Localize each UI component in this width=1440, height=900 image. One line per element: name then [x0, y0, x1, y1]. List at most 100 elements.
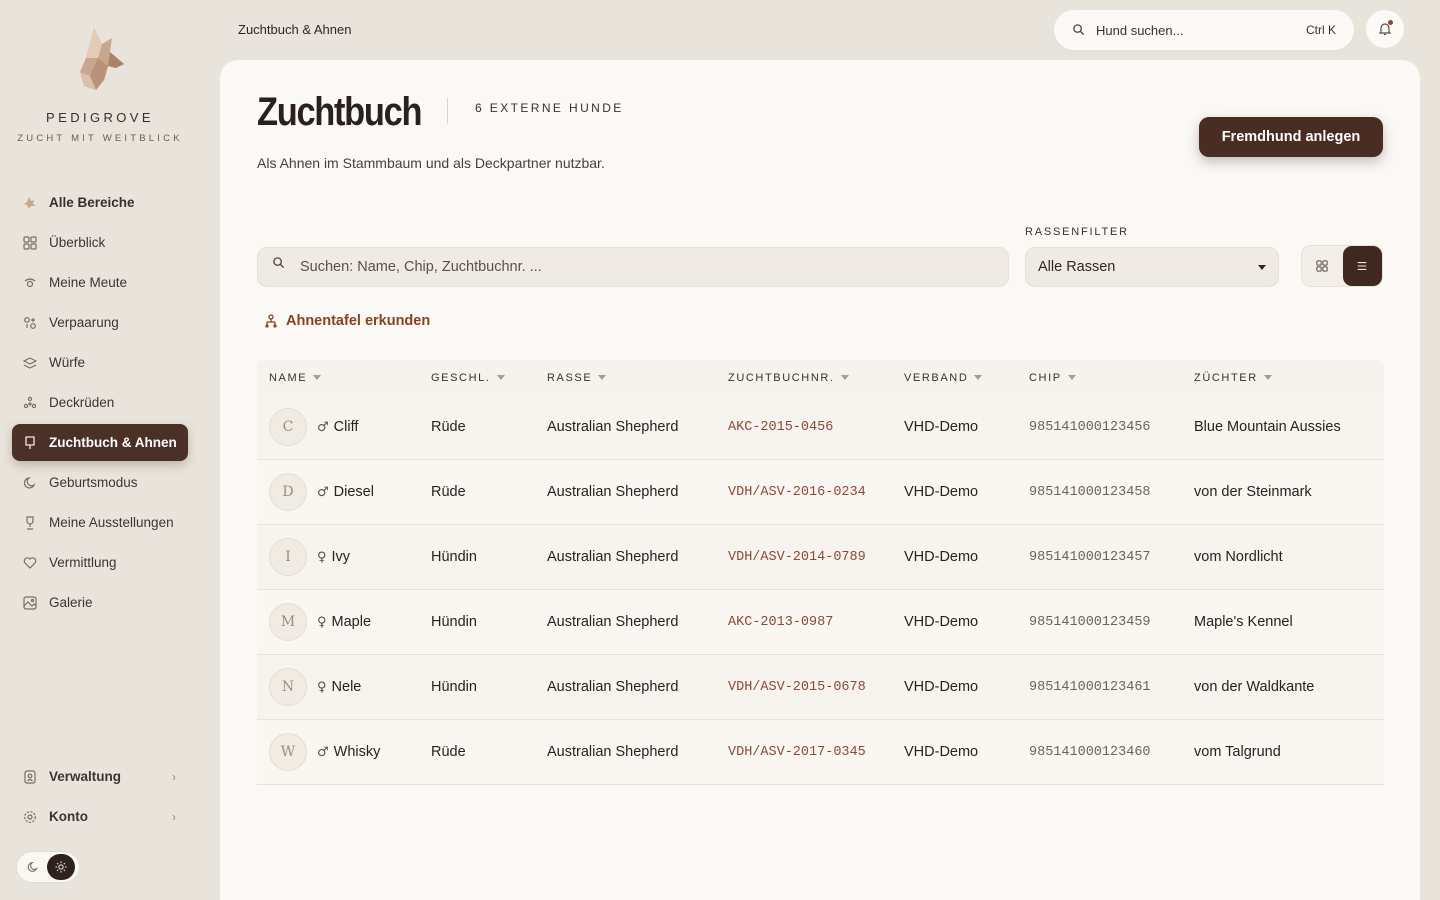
table-row[interactable]: M ♀ Maple Hündin Australian Shepherd AKC… — [257, 590, 1384, 655]
sidebar-item-geburtsmodus[interactable]: Geburtsmodus — [12, 464, 188, 501]
family-tree-icon — [264, 314, 278, 328]
global-search[interactable]: Hund suchen... Ctrl K — [1054, 10, 1354, 50]
view-toggle — [1301, 245, 1383, 287]
dog-name-cell: M ♀ Maple — [257, 603, 431, 641]
dog-breed: Australian Shepherd — [547, 614, 679, 630]
sidebar-item-vermittlung[interactable]: Vermittlung — [12, 544, 188, 581]
dog-club: VHD-Demo — [904, 484, 979, 500]
notifications-button[interactable] — [1366, 10, 1404, 48]
explore-pedigree-link[interactable]: Ahnentafel erkunden — [264, 313, 430, 329]
moon-icon[interactable] — [19, 854, 47, 880]
dog-breed: Australian Shepherd — [547, 484, 679, 500]
column-label: NAME — [269, 371, 308, 384]
dog-club: VHD-Demo — [904, 419, 979, 435]
dog-chip: 985141000123461 — [1029, 679, 1151, 695]
sidebar-item-zuchtbuch-ahnen[interactable]: Zuchtbuch & Ahnen — [12, 424, 188, 461]
global-search-placeholder: Hund suchen... — [1096, 22, 1184, 38]
dogs-table: NAME GESCHL. RASSE ZUCHTBUCHNR. VERBAND … — [257, 360, 1384, 785]
avatar: D — [269, 473, 307, 511]
table-search[interactable] — [257, 247, 1009, 287]
sidebar-item-label: Würfe — [49, 355, 86, 370]
column-header-sex[interactable]: GESCHL. — [431, 372, 547, 384]
dog-breeder: vom Nordlicht — [1194, 549, 1283, 565]
title-divider — [447, 98, 448, 124]
sidebar-item-meine-meute[interactable]: Meine Meute — [12, 264, 188, 301]
sidebar-item-wuerfe[interactable]: Würfe — [12, 344, 188, 381]
dog-name-cell: N ♀ Nele — [257, 668, 431, 706]
sidebar-bottom: Verwaltung › Konto › — [12, 758, 188, 838]
sidebar-item-galerie[interactable]: Galerie — [12, 584, 188, 621]
sidebar-item-alle-bereiche[interactable]: Alle Bereiche — [12, 184, 188, 221]
sidebar-item-meine-ausstellungen[interactable]: Meine Ausstellungen — [12, 504, 188, 541]
column-header-name[interactable]: NAME — [257, 372, 431, 384]
sidebar: PEDIGROVE ZUCHT MIT WEITBLICK Alle Berei… — [0, 0, 200, 900]
avatar: I — [269, 538, 307, 576]
sidebar-nav: Alle Bereiche Überblick Meine Meute Verp… — [12, 184, 188, 624]
dog-chip: 985141000123458 — [1029, 484, 1151, 500]
table-row[interactable]: C ♂ Cliff Rüde Australian Shepherd AKC-2… — [257, 395, 1384, 460]
dog-club: VHD-Demo — [904, 744, 979, 760]
chevron-right-icon: › — [172, 809, 176, 824]
add-external-dog-button[interactable]: Fremdhund anlegen — [1199, 117, 1383, 157]
dog-breeder: Blue Mountain Aussies — [1194, 419, 1341, 435]
male-icon: ♂ — [317, 484, 329, 500]
dog-club: VHD-Demo — [904, 614, 979, 630]
sidebar-item-ueberblick[interactable]: Überblick — [12, 224, 188, 261]
male-icon: ♂ — [317, 419, 329, 435]
column-header-breed[interactable]: RASSE — [547, 372, 728, 384]
layers-icon — [23, 356, 37, 370]
sidebar-item-verwaltung[interactable]: Verwaltung › — [12, 758, 188, 795]
dog-icon — [23, 276, 37, 290]
page-subtitle: Als Ahnen im Stammbaum und als Deckpartn… — [257, 155, 605, 171]
dog-breeder: von der Waldkante — [1194, 679, 1315, 695]
sidebar-item-label: Geburtsmodus — [49, 475, 138, 490]
paw-icon — [23, 196, 37, 210]
column-label: RASSE — [547, 371, 593, 384]
table-row[interactable]: W ♂ Whisky Rüde Australian Shepherd VDH/… — [257, 720, 1384, 785]
table-search-input[interactable] — [300, 259, 980, 275]
dog-name-cell: W ♂ Whisky — [257, 733, 431, 771]
grid-view-button[interactable] — [1302, 246, 1342, 286]
column-label: VERBAND — [904, 371, 969, 384]
list-view-button[interactable] — [1342, 246, 1382, 286]
chevron-right-icon: › — [172, 769, 176, 784]
page-title: Zuchtbuch — [257, 90, 422, 134]
column-header-studbook-number[interactable]: ZUCHTBUCHNR. — [728, 372, 904, 384]
sidebar-item-label: Verpaarung — [49, 315, 119, 330]
grid-icon — [23, 235, 37, 250]
table-row[interactable]: D ♂ Diesel Rüde Australian Shepherd VDH/… — [257, 460, 1384, 525]
image-icon — [23, 595, 37, 610]
sidebar-item-konto[interactable]: Konto › — [12, 798, 188, 835]
column-header-chip[interactable]: CHIP — [1029, 372, 1194, 384]
studbook-number: VDH/ASV-2017-0345 — [728, 744, 866, 760]
sidebar-item-deckrueden[interactable]: Deckrüden — [12, 384, 188, 421]
sidebar-item-label: Zuchtbuch & Ahnen — [49, 435, 177, 450]
sidebar-item-label: Konto — [49, 809, 88, 824]
sidebar-item-label: Deckrüden — [49, 395, 115, 410]
sidebar-item-label: Vermittlung — [49, 555, 117, 570]
table-row[interactable]: N ♀ Nele Hündin Australian Shepherd VDH/… — [257, 655, 1384, 720]
dog-name: Diesel — [333, 484, 374, 500]
sidebar-item-label: Meine Meute — [49, 275, 128, 290]
dog-breeder: Maple's Kennel — [1194, 614, 1293, 630]
dog-breeder: von der Steinmark — [1194, 484, 1312, 500]
column-header-breeder[interactable]: ZÜCHTER — [1194, 372, 1384, 384]
link-icon — [23, 316, 37, 330]
heart-icon — [23, 556, 37, 570]
table-row[interactable]: I ♀ Ivy Hündin Australian Shepherd VDH/A… — [257, 525, 1384, 590]
sun-icon[interactable] — [47, 854, 75, 880]
breed-filter-select[interactable]: Alle Rassen — [1025, 247, 1279, 287]
sidebar-item-label: Alle Bereiche — [49, 195, 135, 210]
dog-chip: 985141000123456 — [1029, 419, 1151, 435]
gear-icon — [23, 810, 37, 824]
sidebar-item-label: Überblick — [49, 235, 106, 250]
avatar: C — [269, 408, 307, 446]
dog-name: Ivy — [331, 549, 351, 565]
studbook-number: VDH/ASV-2015-0678 — [728, 679, 866, 695]
studbook-number: AKC-2015-0456 — [728, 419, 834, 435]
sidebar-item-verpaarung[interactable]: Verpaarung — [12, 304, 188, 341]
column-header-club[interactable]: VERBAND — [904, 372, 1029, 384]
dog-name: Maple — [331, 614, 372, 630]
dog-sex: Hündin — [431, 549, 477, 565]
theme-toggle[interactable] — [16, 851, 80, 883]
